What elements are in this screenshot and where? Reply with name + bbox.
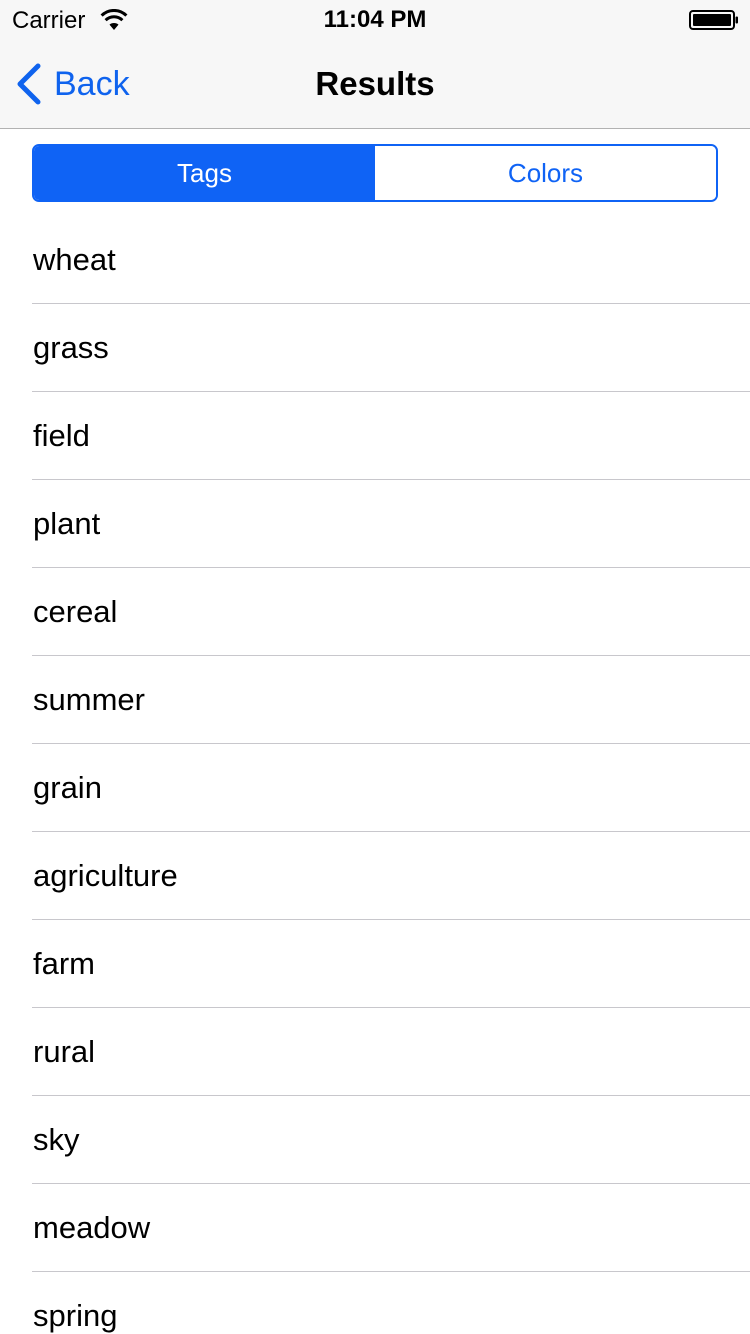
list-item[interactable]: farm [0,920,750,1008]
segment-tags[interactable]: Tags [34,146,375,200]
list-item-label: cereal [33,594,118,629]
list-item-label: plant [33,506,101,541]
list-item[interactable]: cereal [0,568,750,656]
list-item-label: meadow [33,1210,151,1245]
list-item-label: rural [33,1034,96,1069]
tag-list: wheat grass field plant cereal summer gr… [0,216,750,1334]
segment-colors-label: Colors [507,157,584,188]
segment-tags-label: Tags [177,157,232,188]
list-item-label: grass [33,330,109,365]
list-item[interactable]: summer [0,656,750,744]
status-time: 11:04 PM [323,6,427,33]
segment-colors[interactable]: Colors [375,146,716,200]
list-item[interactable]: grass [0,304,750,392]
list-item[interactable]: rural [0,1008,750,1096]
navigation-bar: Back Results [0,40,750,129]
list-item[interactable]: grain [0,744,750,832]
list-item-label: field [33,418,90,453]
list-item-label: agriculture [33,858,178,893]
list-item[interactable]: field [0,392,750,480]
list-item-label: farm [33,946,95,981]
page-title: Results [315,65,435,102]
list-item-label: summer [33,682,145,717]
list-item[interactable]: meadow [0,1184,750,1272]
list-item-label: grain [33,770,102,805]
screen: Carrier 11:04 PM Back Results Tags Color… [0,0,750,1334]
list-item-label: wheat [33,242,116,277]
list-item[interactable]: plant [0,480,750,568]
battery-icon [689,10,738,30]
list-item[interactable]: wheat [0,216,750,304]
list-item-label: spring [33,1298,118,1333]
list-item-label: sky [33,1122,80,1157]
list-item[interactable]: sky [0,1096,750,1184]
list-item[interactable]: agriculture [0,832,750,920]
list-item[interactable]: spring [0,1272,750,1334]
status-bar: Carrier 11:04 PM [0,0,750,40]
segmented-control: Tags Colors [32,144,718,202]
